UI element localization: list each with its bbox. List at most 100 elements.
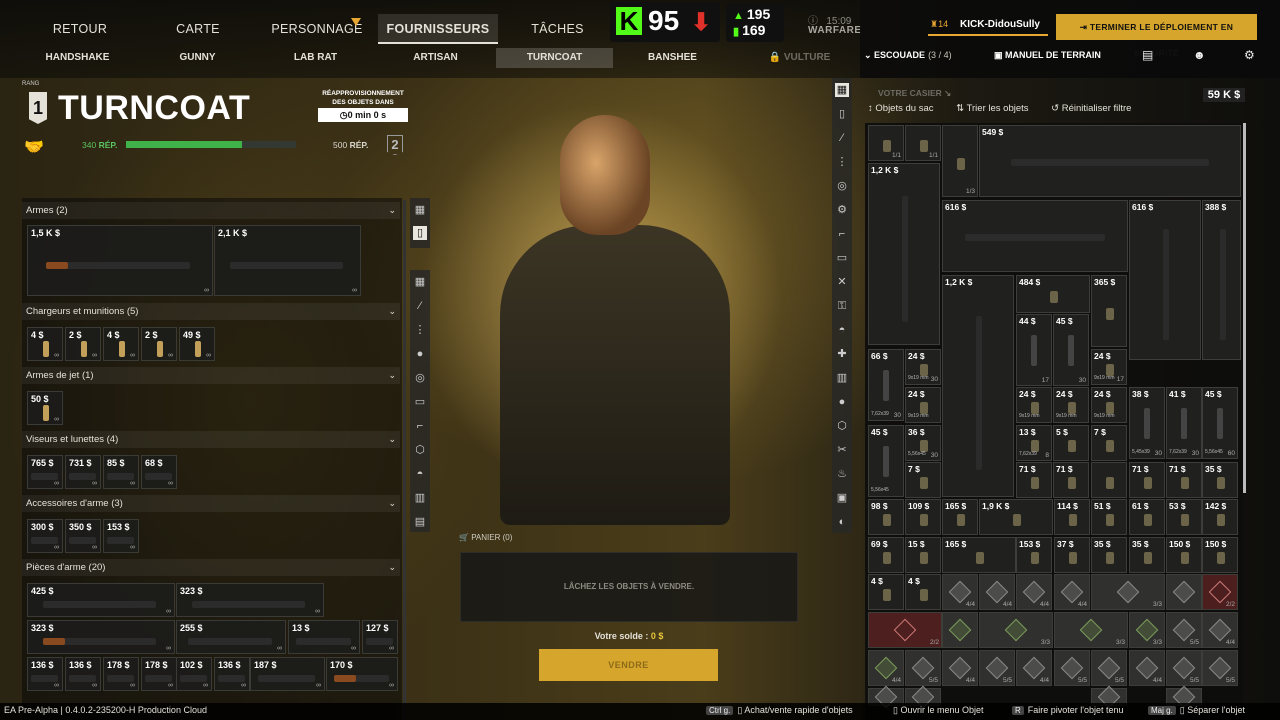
stash-item[interactable]: 38 $ 5,45x39 30: [1129, 387, 1165, 459]
trader-item[interactable]: 170 $ ∞: [326, 657, 398, 691]
stash-item[interactable]: 165 $: [942, 499, 978, 535]
stash-item[interactable]: 35 $: [1202, 462, 1238, 498]
stash-item[interactable]: 7 $: [1091, 425, 1127, 461]
player-name[interactable]: KICK-DidouSully: [960, 19, 1040, 30]
stash-item[interactable]: 7 $: [905, 462, 941, 498]
stash-crate[interactable]: 4/4: [1054, 574, 1090, 610]
tab-retour[interactable]: RETOUR: [40, 14, 120, 44]
trader-item[interactable]: 323 $ ∞: [176, 583, 324, 617]
stash-item[interactable]: 1/3: [942, 125, 978, 197]
stash-bag-icon[interactable]: ▯: [835, 107, 849, 121]
stash-item[interactable]: 549 $: [979, 125, 1241, 197]
grid-view-icon[interactable]: ▦: [413, 203, 427, 217]
stash-item[interactable]: 4 $: [905, 574, 941, 610]
stash-item[interactable]: 616 $: [942, 200, 1128, 272]
stash-food-icon[interactable]: ♨: [835, 467, 849, 481]
stash-med-icon[interactable]: ✚: [835, 347, 849, 361]
trader-item[interactable]: 731 $ ∞: [65, 455, 101, 489]
trader-item[interactable]: 765 $ ∞: [27, 455, 63, 489]
stash-item[interactable]: 41 $ 7,62x39 30: [1166, 387, 1202, 459]
stash-crate[interactable]: 4/4: [1129, 650, 1165, 686]
trader-item[interactable]: 2,1 K $ ∞: [214, 225, 361, 296]
stash-item[interactable]: 36 $ 5,56x45 30: [905, 425, 941, 461]
trader-item[interactable]: 153 $ ∞: [103, 519, 139, 553]
stash-item[interactable]: 24 $ 9x19 mm: [1016, 387, 1052, 423]
stash-item[interactable]: 1,2 K $: [868, 163, 940, 345]
tab-fournisseurs[interactable]: FOURNISSEURS: [378, 14, 498, 44]
stash-item[interactable]: 153 $: [1016, 537, 1052, 573]
stash-crate[interactable]: 4/4: [942, 574, 978, 610]
stash-item[interactable]: 66 $ 7,62x39 30: [868, 349, 904, 421]
trader-item[interactable]: 350 $ ∞: [65, 519, 101, 553]
stash-key-icon[interactable]: ⚿: [835, 299, 849, 313]
filter-grenade-icon[interactable]: ●: [413, 347, 427, 361]
stash-item[interactable]: 51 $: [1091, 499, 1127, 535]
trader-tab-lab-rat[interactable]: LAB RAT: [268, 48, 363, 68]
trader-item[interactable]: 178 $ ∞: [141, 657, 177, 691]
trader-tab-gunny[interactable]: GUNNY: [150, 48, 245, 68]
stash-item[interactable]: 5 $: [1053, 425, 1089, 461]
stash-helmet-icon[interactable]: ◓: [835, 323, 849, 337]
stash-disabled-icon[interactable]: ✕: [835, 275, 849, 289]
category-header[interactable]: Chargeurs et munitions (5) ⌄: [22, 303, 400, 320]
trader-item[interactable]: 425 $ ∞: [27, 583, 175, 617]
trader-tab-handshake[interactable]: HANDSHAKE: [30, 48, 125, 68]
stash-crate[interactable]: [942, 612, 978, 648]
stash-item[interactable]: 1/1: [905, 125, 941, 161]
stash-item[interactable]: 1/1: [868, 125, 904, 161]
trader-item[interactable]: 136 $ ∞: [27, 657, 63, 691]
stash-attachment-icon[interactable]: ▭: [835, 251, 849, 265]
trader-item[interactable]: 255 $ ∞: [176, 620, 286, 654]
stash-item[interactable]: 44 $ 17: [1016, 314, 1052, 386]
filter-parts-icon[interactable]: ⌐: [413, 419, 427, 433]
end-deployment-button[interactable]: ⇥ TERMINER LE DÉPLOIEMENT EN SÉCURITÉ: [1056, 14, 1257, 58]
stash-item[interactable]: 388 $: [1202, 200, 1241, 360]
stash-crate[interactable]: [1166, 574, 1202, 610]
trader-scrollbar[interactable]: [403, 200, 406, 720]
stash-crate[interactable]: 5/5: [1091, 650, 1127, 686]
stash-parts-icon[interactable]: ⌐: [835, 227, 849, 241]
filter-helmet-icon[interactable]: ◓: [413, 467, 427, 481]
stash-item[interactable]: 4 $: [868, 574, 904, 610]
stash-crate[interactable]: 3/3: [1129, 612, 1165, 648]
stash-item[interactable]: 35 $: [1129, 537, 1165, 573]
trader-item[interactable]: 2 $ ∞: [141, 327, 177, 361]
stash-item[interactable]: 150 $: [1166, 537, 1202, 573]
stash-crate[interactable]: 3/3: [1054, 612, 1128, 648]
stash-tools-icon[interactable]: ✂: [835, 443, 849, 457]
trader-tab-turncoat[interactable]: TURNCOAT: [496, 48, 613, 68]
stash-item[interactable]: 61 $: [1129, 499, 1165, 535]
trader-item[interactable]: 68 $ ∞: [141, 455, 177, 489]
trader-item[interactable]: 136 $ ∞: [65, 657, 101, 691]
stash-crate[interactable]: 3/3: [979, 612, 1053, 648]
stash-crate[interactable]: 4/4: [1016, 650, 1052, 686]
stash-item[interactable]: 24 $ 9x19 mm: [905, 387, 941, 423]
stash-scope-icon[interactable]: ◎: [835, 179, 849, 193]
stash-item[interactable]: 53 $: [1166, 499, 1202, 535]
stash-crate[interactable]: 2/2: [1202, 574, 1238, 610]
stash-item[interactable]: 109 $: [905, 499, 941, 535]
trader-item[interactable]: 127 $ ∞: [362, 620, 398, 654]
stash-grenade-icon[interactable]: ●: [835, 395, 849, 409]
trader-item[interactable]: 300 $ ∞: [27, 519, 63, 553]
friends-icon[interactable]: ☻: [1193, 48, 1206, 62]
filter-backpack-icon[interactable]: ▤: [413, 515, 427, 529]
stash-item[interactable]: [1091, 462, 1127, 498]
field-manual-button[interactable]: ▣ MANUEL DE TERRAIN: [994, 50, 1101, 61]
trader-item[interactable]: 49 $ ∞: [179, 327, 215, 361]
stash-rifle-icon[interactable]: ⁄: [835, 131, 849, 145]
tab-carte[interactable]: CARTE: [158, 14, 238, 44]
trader-item[interactable]: 187 $ ∞: [250, 657, 325, 691]
trader-tab-banshee[interactable]: BANSHEE: [625, 48, 720, 68]
stash-item[interactable]: 13 $ 7,62x39 8: [1016, 425, 1052, 461]
stash-item[interactable]: 484 $: [1016, 275, 1090, 313]
trader-item[interactable]: 102 $ ∞: [176, 657, 212, 691]
stash-crate[interactable]: 4/4: [942, 650, 978, 686]
trader-tab-artisan[interactable]: ARTISAN: [388, 48, 483, 68]
trader-item[interactable]: 4 $ ∞: [27, 327, 63, 361]
stash-crate[interactable]: 5/5: [979, 650, 1015, 686]
category-header[interactable]: Armes de jet (1) ⌄: [22, 367, 400, 384]
stash-item[interactable]: 142 $: [1202, 499, 1238, 535]
filter-vest-icon[interactable]: ▥: [413, 491, 427, 505]
stash-item[interactable]: 114 $: [1054, 499, 1090, 535]
